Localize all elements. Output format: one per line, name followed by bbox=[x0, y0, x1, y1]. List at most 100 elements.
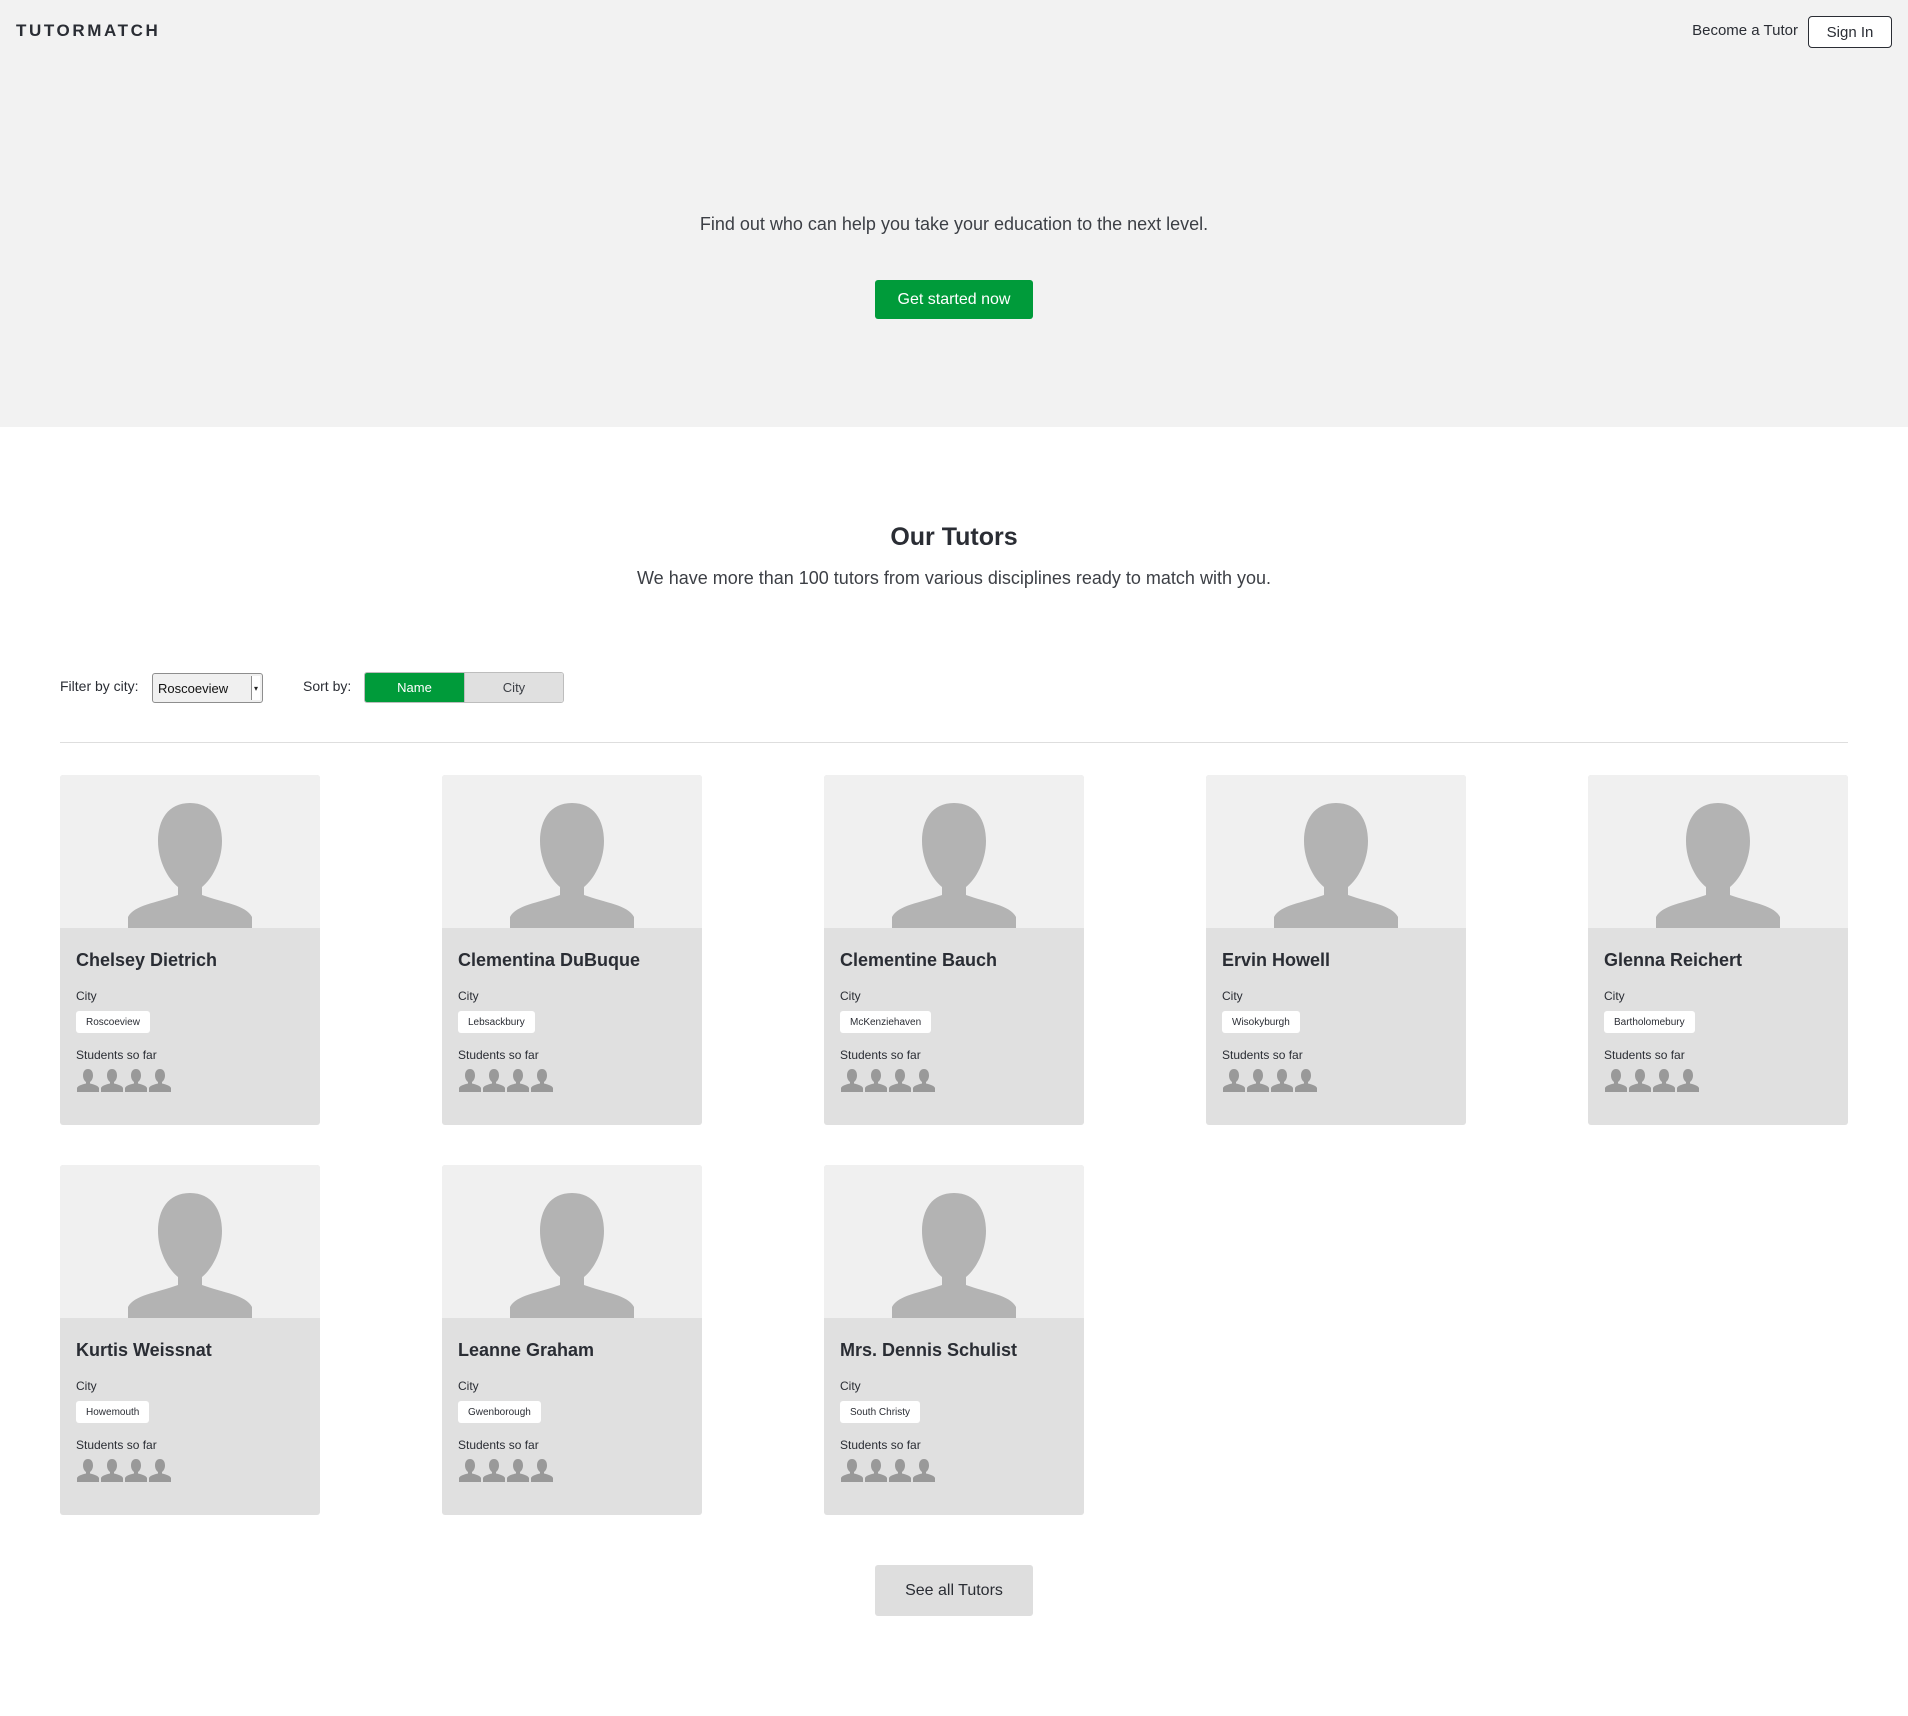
student-icon bbox=[1222, 1068, 1246, 1092]
student-icon bbox=[482, 1068, 506, 1092]
divider bbox=[60, 742, 1848, 743]
student-icon bbox=[1628, 1068, 1652, 1092]
city-tag: South Christy bbox=[840, 1401, 921, 1423]
become-tutor-link[interactable]: Become a Tutor bbox=[1692, 22, 1798, 39]
city-label: City bbox=[840, 989, 861, 1003]
see-all-tutors-button[interactable]: See all Tutors bbox=[875, 1565, 1033, 1616]
student-icon bbox=[1270, 1068, 1294, 1092]
student-icon bbox=[148, 1068, 172, 1092]
filter-label: Filter by city: bbox=[60, 678, 139, 694]
student-icon bbox=[100, 1458, 124, 1482]
student-icon bbox=[148, 1458, 172, 1482]
students-icons bbox=[76, 1458, 172, 1482]
city-filter-select[interactable]: Roscoeview ▾ bbox=[152, 673, 263, 703]
student-icon bbox=[124, 1068, 148, 1092]
city-label: City bbox=[1604, 989, 1625, 1003]
students-label: Students so far bbox=[1604, 1048, 1685, 1062]
tutor-card[interactable]: Leanne Graham City Gwenborough Students so … bbox=[442, 1165, 702, 1515]
students-icons bbox=[458, 1458, 554, 1482]
chevron-down-icon: ▾ bbox=[251, 676, 260, 700]
student-icon bbox=[912, 1458, 936, 1482]
tutor-name: Kurtis Weissnat bbox=[76, 1340, 212, 1360]
sort-label: Sort by: bbox=[303, 678, 352, 694]
sort-name-button[interactable]: Name bbox=[365, 673, 464, 702]
student-icon bbox=[530, 1068, 554, 1092]
tutor-card[interactable]: Clementine Bauch City McKenziehaven Student… bbox=[824, 775, 1084, 1125]
avatar-placeholder-icon bbox=[824, 775, 1084, 928]
student-icon bbox=[888, 1068, 912, 1092]
city-label: City bbox=[840, 1379, 861, 1393]
students-icons bbox=[76, 1068, 172, 1092]
city-label: City bbox=[458, 989, 479, 1003]
city-filter-value: Roscoeview bbox=[158, 680, 229, 696]
city-tag: Bartholomebury bbox=[1604, 1011, 1695, 1033]
logo[interactable]: TUTORMATCH bbox=[16, 21, 160, 41]
student-icon bbox=[1294, 1068, 1318, 1092]
tutor-card[interactable]: Mrs. Dennis Schulist City South Christy Stu… bbox=[824, 1165, 1084, 1515]
hero-section: TUTORMATCH Become a Tutor Sign In Find o… bbox=[0, 0, 1908, 427]
avatar-placeholder-icon bbox=[442, 775, 702, 928]
section-title: Our Tutors bbox=[890, 523, 1018, 551]
avatar-placeholder-icon bbox=[60, 775, 320, 928]
students-label: Students so far bbox=[76, 1438, 157, 1452]
student-icon bbox=[530, 1458, 554, 1482]
tutor-name: Glenna Reichert bbox=[1604, 950, 1743, 970]
students-label: Students so far bbox=[458, 1438, 539, 1452]
city-tag: McKenziehaven bbox=[840, 1011, 932, 1033]
avatar-placeholder-icon bbox=[824, 1165, 1084, 1318]
hero-tagline: Find out who can help you take your educ… bbox=[699, 214, 1209, 234]
tutor-card[interactable]: Kurtis Weissnat City Howemouth Students so … bbox=[60, 1165, 320, 1515]
tutor-card[interactable]: Ervin Howell City Wisokyburgh Students so f… bbox=[1206, 775, 1466, 1125]
student-icon bbox=[506, 1068, 530, 1092]
tutor-card[interactable]: Chelsey Dietrich City Roscoeview Students s… bbox=[60, 775, 320, 1125]
student-icon bbox=[124, 1458, 148, 1482]
tutor-name: Ervin Howell bbox=[1222, 950, 1331, 970]
student-icon bbox=[506, 1458, 530, 1482]
city-tag: Lebsackbury bbox=[458, 1011, 535, 1033]
avatar-placeholder-icon bbox=[1206, 775, 1466, 928]
student-icon bbox=[1604, 1068, 1628, 1092]
students-icons bbox=[840, 1458, 936, 1482]
students-label: Students so far bbox=[840, 1438, 921, 1452]
city-tag: Howemouth bbox=[76, 1401, 150, 1423]
students-label: Students so far bbox=[458, 1048, 539, 1062]
tutor-card[interactable]: Clementina DuBuque City Lebsackbury Student… bbox=[442, 775, 702, 1125]
student-icon bbox=[864, 1458, 888, 1482]
student-icon bbox=[912, 1068, 936, 1092]
tutor-card[interactable]: Glenna Reichert City Bartholomebury Student… bbox=[1588, 775, 1848, 1125]
students-icons bbox=[458, 1068, 554, 1092]
students-icons bbox=[1222, 1068, 1318, 1092]
tutor-name: Clementine Bauch bbox=[840, 950, 998, 970]
student-icon bbox=[458, 1068, 482, 1092]
sign-in-button[interactable]: Sign In bbox=[1808, 16, 1892, 48]
tutor-name: Clementina DuBuque bbox=[458, 950, 641, 970]
student-icon bbox=[100, 1068, 124, 1092]
students-icons bbox=[840, 1068, 936, 1092]
section-subtitle: We have more than 100 tutors from variou… bbox=[637, 568, 1271, 588]
student-icon bbox=[1246, 1068, 1270, 1092]
tutor-name: Chelsey Dietrich bbox=[76, 950, 218, 970]
student-icon bbox=[888, 1458, 912, 1482]
city-tag: Gwenborough bbox=[458, 1401, 541, 1423]
city-label: City bbox=[1222, 989, 1243, 1003]
tutor-name: Mrs. Dennis Schulist bbox=[840, 1340, 1018, 1360]
city-label: City bbox=[76, 1379, 97, 1393]
student-icon bbox=[76, 1458, 100, 1482]
student-icon bbox=[1676, 1068, 1700, 1092]
student-icon bbox=[76, 1068, 100, 1092]
student-icon bbox=[840, 1458, 864, 1482]
sort-city-button[interactable]: City bbox=[464, 673, 563, 702]
avatar-placeholder-icon bbox=[1588, 775, 1848, 928]
student-icon bbox=[482, 1458, 506, 1482]
city-label: City bbox=[76, 989, 97, 1003]
avatar-placeholder-icon bbox=[60, 1165, 320, 1318]
city-label: City bbox=[458, 1379, 479, 1393]
students-label: Students so far bbox=[840, 1048, 921, 1062]
students-label: Students so far bbox=[1222, 1048, 1303, 1062]
sort-toggle: Name City bbox=[364, 672, 564, 703]
student-icon bbox=[458, 1458, 482, 1482]
student-icon bbox=[840, 1068, 864, 1092]
student-icon bbox=[864, 1068, 888, 1092]
get-started-button[interactable]: Get started now bbox=[875, 280, 1033, 319]
student-icon bbox=[1652, 1068, 1676, 1092]
